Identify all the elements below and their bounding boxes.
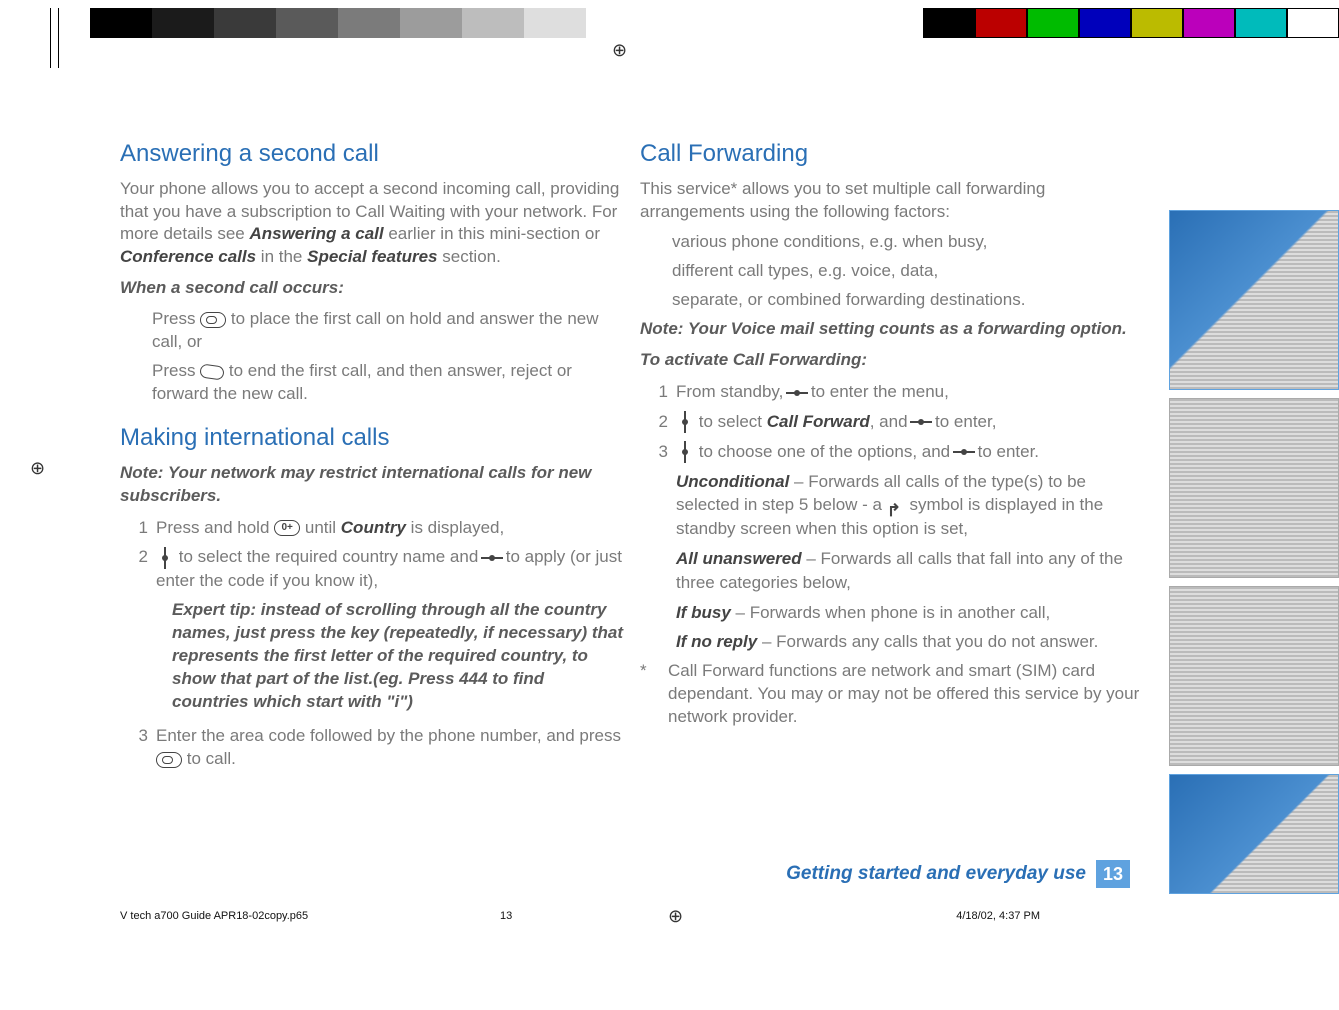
imposition-footer: V tech a700 Guide APR18-02copy.p65 13 4/… (120, 910, 1160, 922)
crop-tick (50, 8, 51, 68)
forwarding-steps: 1 From standby, to enter the menu, 2 to … (640, 380, 1145, 463)
step-2: 2 to select Call Forward, and to enter, (640, 410, 1145, 434)
list-item: Press to place the first call on hold an… (152, 308, 625, 354)
registration-mark-icon: ⊕ (30, 458, 45, 479)
thumb-tab-active (1169, 210, 1339, 390)
source-file: V tech a700 Guide APR18-02copy.p65 (120, 910, 390, 922)
note-intl-restrict: Note: Your network may restrict internat… (120, 462, 625, 508)
nav-vertical-icon (156, 549, 174, 567)
option-all-unanswered: All unanswered – Forwards all calls that… (676, 547, 1145, 595)
timestamp: 4/18/02, 4:37 PM (770, 910, 1160, 922)
sheet-number: 13 (390, 910, 770, 922)
forward-symbol-icon (887, 499, 905, 513)
step-1: 1 Press and hold 0+ until Country is dis… (120, 516, 625, 540)
note-voicemail-forwarding: Note: Your Voice mail setting counts as … (640, 318, 1145, 341)
heading-answering-second-call: Answering a second call (120, 140, 625, 168)
international-call-steps-cont: 3 Enter the area code followed by the ph… (120, 724, 625, 772)
step-3: 3 Enter the area code followed by the ph… (120, 724, 625, 772)
step-2: 2 to select the required country name an… (120, 545, 625, 593)
thumb-tab (1169, 398, 1339, 578)
right-column: Call Forwarding This service* allows you… (640, 140, 1145, 729)
gray-step-wedge (90, 8, 586, 38)
nav-horizontal-icon (483, 549, 501, 567)
page-content: Answering a second call Your phone allow… (120, 140, 1150, 860)
expert-tip: Expert tip: instead of scrolling through… (172, 599, 625, 714)
print-calibration-bars (0, 8, 1339, 38)
left-column: Answering a second call Your phone allow… (120, 140, 625, 777)
option-if-no-reply: If no reply – Forwards any calls that yo… (676, 630, 1145, 654)
crop-tick (58, 8, 59, 68)
nav-vertical-icon (676, 413, 694, 431)
nav-horizontal-icon (912, 413, 930, 431)
section-footer: Getting started and everyday use 13 (120, 860, 1130, 888)
intro-answering-second-call: Your phone allows you to accept a second… (120, 178, 625, 270)
subhead-when-second-call: When a second call occurs: (120, 277, 625, 300)
nav-vertical-icon (676, 443, 694, 461)
step-3: 3 to choose one of the options, and to e… (640, 440, 1145, 464)
thumb-tab-page-marker (1169, 774, 1339, 894)
list-item: separate, or combined forwarding destina… (672, 289, 1145, 312)
call-key-icon (156, 752, 182, 768)
list-item: various phone conditions, e.g. when busy… (672, 231, 1145, 254)
thumb-tab (1169, 586, 1339, 766)
thumb-tabs (1169, 210, 1339, 902)
call-key-icon (200, 312, 226, 328)
list-item: Press to end the first call, and then an… (152, 360, 625, 406)
international-call-steps: 1 Press and hold 0+ until Country is dis… (120, 516, 625, 593)
second-call-actions: Press to place the first call on hold an… (120, 308, 625, 406)
subhead-activate-forwarding: To activate Call Forwarding: (640, 349, 1145, 372)
section-name: Getting started and everyday use (120, 863, 1086, 885)
zero-key-icon: 0+ (274, 520, 300, 536)
heading-international-calls: Making international calls (120, 424, 625, 452)
option-unconditional: Unconditional – Forwards all calls of th… (676, 470, 1145, 541)
nav-horizontal-icon (788, 384, 806, 402)
forwarding-factors: various phone conditions, e.g. when busy… (640, 231, 1145, 312)
nav-horizontal-icon (955, 443, 973, 461)
step-1: 1 From standby, to enter the menu, (640, 380, 1145, 404)
page-number-chip: 13 (1096, 860, 1130, 888)
heading-call-forwarding: Call Forwarding (640, 140, 1145, 168)
registration-mark-icon: ⊕ (612, 40, 627, 61)
color-patches (923, 8, 1339, 38)
option-if-busy: If busy – Forwards when phone is in anot… (676, 601, 1145, 625)
end-key-icon (199, 363, 225, 380)
list-item: different call types, e.g. voice, data, (672, 260, 1145, 283)
intro-call-forwarding: This service* allows you to set multiple… (640, 178, 1145, 224)
footnote-network-dependant: * Call Forward functions are network and… (640, 660, 1145, 729)
